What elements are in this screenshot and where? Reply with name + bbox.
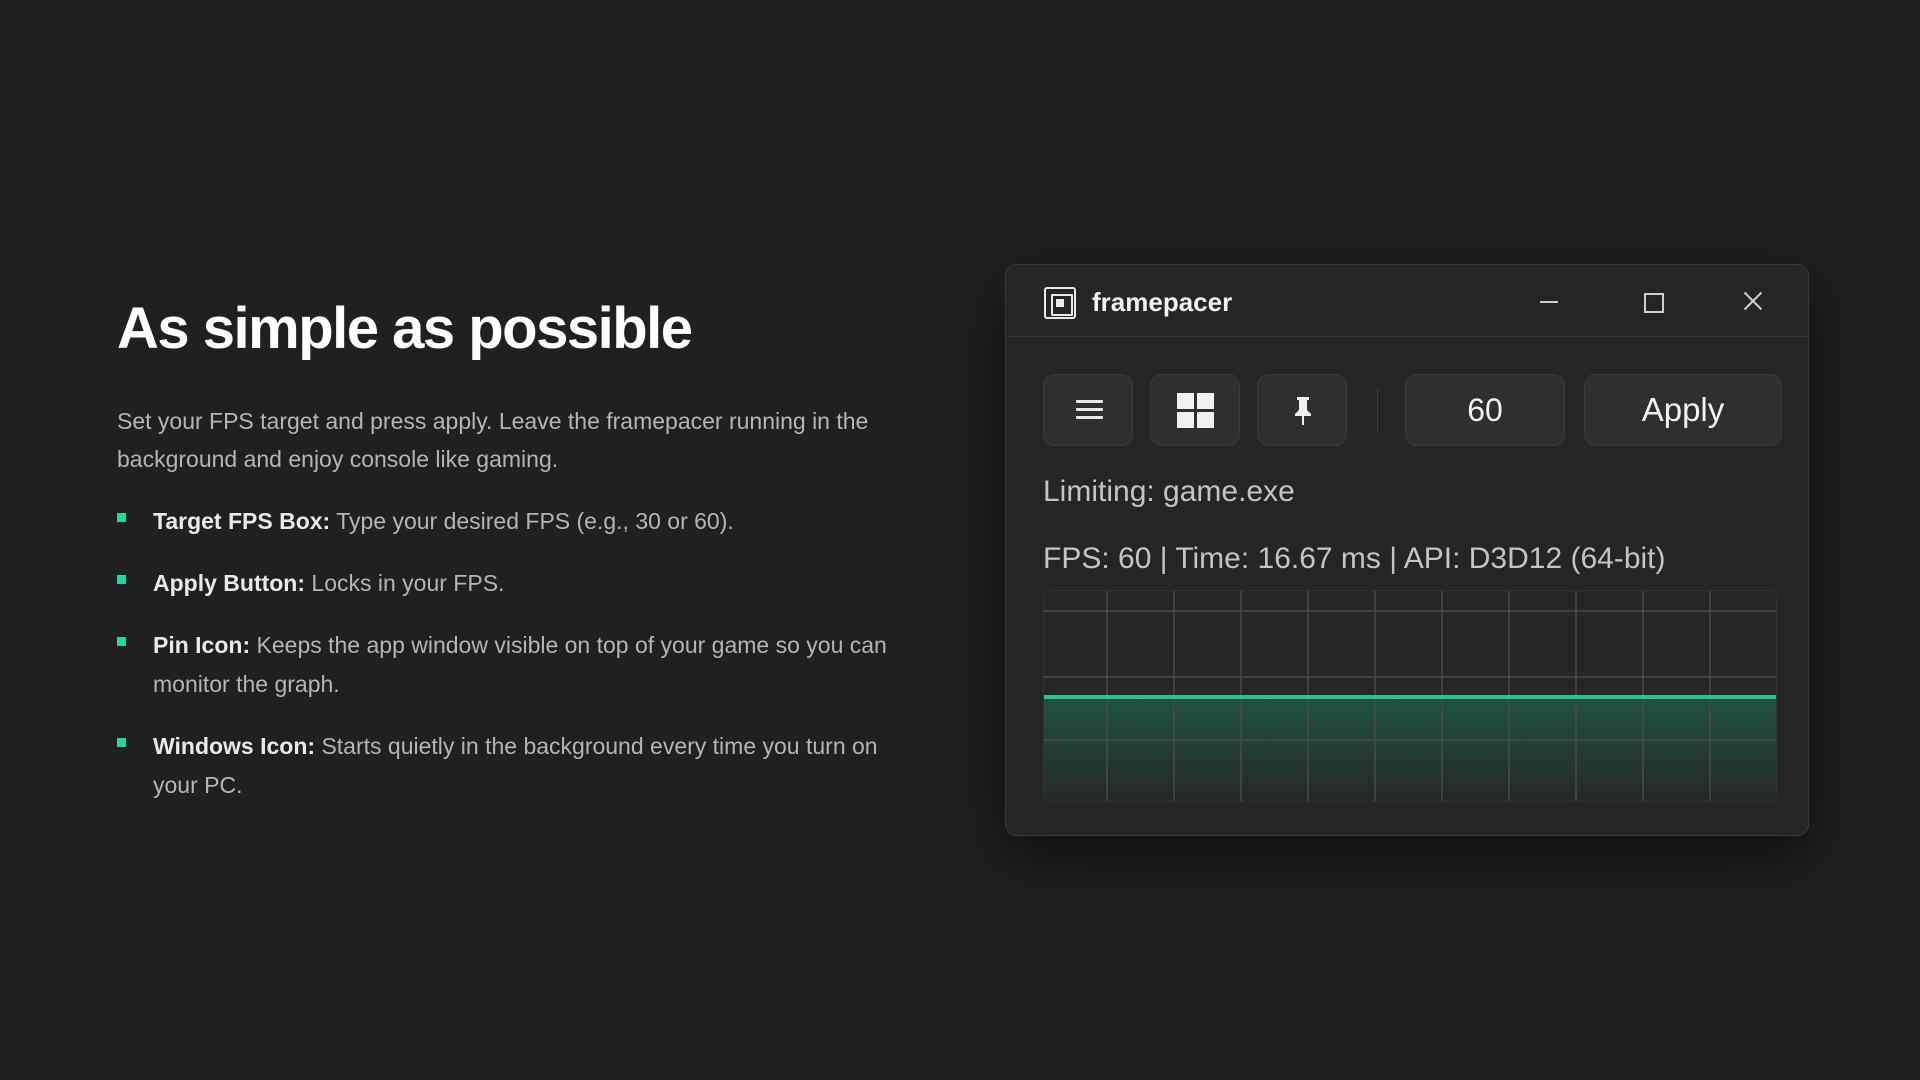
feature-desc: Type your desired FPS (e.g., 30 or 60). [330, 508, 734, 534]
title-bar[interactable]: framepacer [1006, 265, 1808, 337]
minimize-button[interactable] [1528, 285, 1568, 319]
startup-button[interactable] [1150, 374, 1240, 446]
section-description: Set your FPS target and press apply. Lea… [117, 408, 869, 472]
feature-list: Target FPS Box: Type your desired FPS (e… [117, 502, 917, 805]
bullet-icon [117, 637, 126, 646]
feature-desc: Keeps the app window visible on top of y… [153, 632, 887, 697]
feature-term: Pin Icon: [153, 632, 251, 658]
page: As simple as possible Set your FPS targe… [0, 0, 1920, 1080]
pin-icon [1295, 397, 1311, 425]
stats-readout: FPS: 60 | Time: 16.67 ms | API: D3D12 (6… [1043, 542, 1666, 575]
feature-item-pin-icon: Pin Icon: Keeps the app window visible o… [117, 626, 917, 704]
toolbar: Apply [1043, 374, 1782, 446]
app-icon [1044, 287, 1076, 319]
feature-item-windows-icon: Windows Icon: Starts quietly in the back… [117, 727, 917, 805]
feature-item-apply-button: Apply Button: Locks in your FPS. [117, 564, 917, 603]
feature-term: Windows Icon: [153, 733, 316, 759]
bullet-icon [117, 738, 126, 747]
feature-term: Target FPS Box: [153, 508, 331, 534]
frame-time-graph [1043, 590, 1777, 802]
maximize-button[interactable] [1631, 285, 1671, 319]
target-fps-input[interactable] [1405, 374, 1565, 446]
app-window: framepacer Apply Limiting: game.exe FPS:… [1005, 264, 1809, 836]
apply-button[interactable]: Apply [1584, 374, 1782, 446]
limiting-label: Limiting: game.exe [1043, 475, 1295, 508]
bullet-icon [117, 513, 126, 522]
bullet-icon [117, 575, 126, 584]
feature-desc: Locks in your FPS. [305, 570, 505, 596]
feature-item-target-fps: Target FPS Box: Type your desired FPS (e… [117, 502, 917, 541]
feature-term: Apply Button: [153, 570, 306, 596]
graph-canvas [1044, 591, 1776, 801]
close-button[interactable] [1732, 285, 1772, 319]
graph-fill [1044, 697, 1776, 801]
feature-section: As simple as possible Set your FPS targe… [117, 294, 917, 828]
toolbar-divider [1377, 388, 1378, 434]
window-title: framepacer [1092, 287, 1233, 317]
hamburger-icon [1076, 400, 1103, 420]
windows-icon [1177, 393, 1215, 429]
menu-button[interactable] [1043, 374, 1133, 446]
section-title: As simple as possible [117, 296, 693, 361]
pin-button[interactable] [1257, 374, 1347, 446]
